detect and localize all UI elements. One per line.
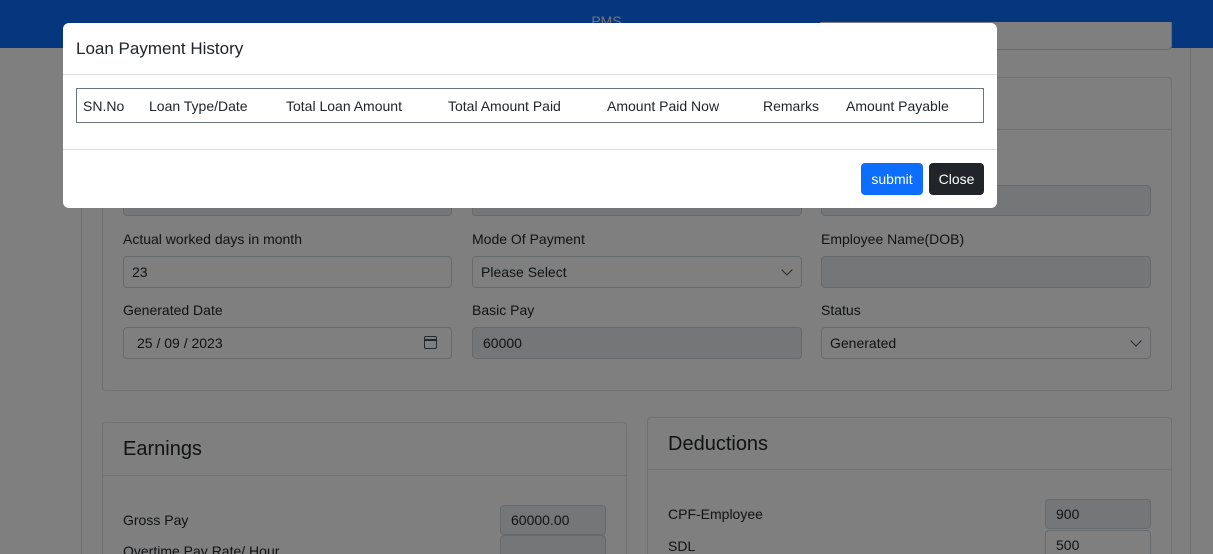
modal-title: Loan Payment History xyxy=(76,39,244,58)
loan-history-table: SN.No Loan Type/Date Total Loan Amount T… xyxy=(76,88,984,123)
column-header-remarks: Remarks xyxy=(763,98,820,114)
column-header-paid-now: Amount Paid Now xyxy=(607,98,720,114)
modal-footer-divider xyxy=(63,149,997,150)
submit-button[interactable]: submit xyxy=(861,163,923,195)
close-button[interactable]: Close xyxy=(929,163,984,195)
column-header-amount-payable: Amount Payable xyxy=(846,98,949,114)
column-header-total-paid: Total Amount Paid xyxy=(448,98,561,114)
column-header-sn: SN.No xyxy=(83,98,125,114)
modal-header-divider xyxy=(63,74,997,75)
column-header-loan-type: Loan Type/Date xyxy=(149,98,248,114)
column-header-total-loan: Total Loan Amount xyxy=(286,98,402,114)
loan-payment-history-modal: Loan Payment History SN.No Loan Type/Dat… xyxy=(63,23,997,208)
